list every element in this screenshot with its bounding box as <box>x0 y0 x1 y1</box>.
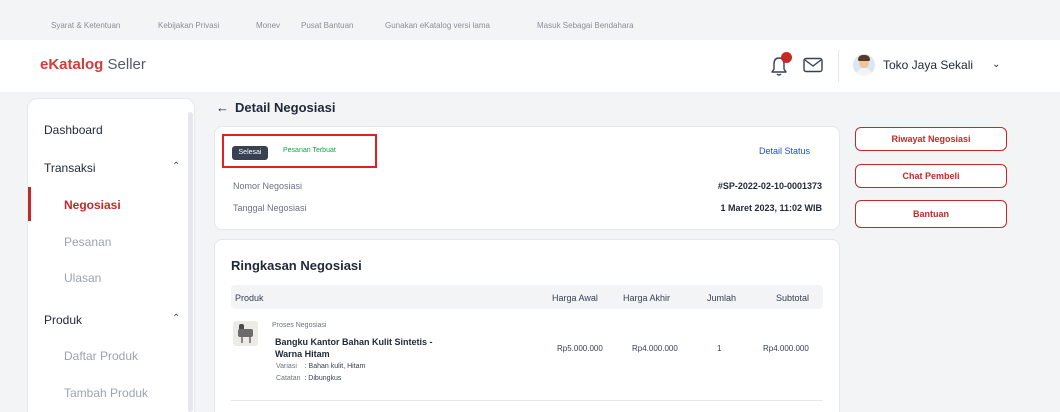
ekatalog-logo[interactable]: eKatalog Seller <box>40 56 146 73</box>
variasi-value: : Bahan kulit, Hitam <box>304 363 366 370</box>
harga-awal-value: Rp5.000.000 <box>557 344 603 353</box>
sidebar: Dashboard Transaksi ⌃ Negosiasi Pesanan … <box>27 98 195 412</box>
product-status-tag: Proses Negosiasi <box>272 322 327 329</box>
product-variasi: Variasi : Bahan kulit, Hitam <box>276 363 365 370</box>
row-divider <box>231 400 823 401</box>
chat-pembeli-button[interactable]: Chat Pembeli <box>855 164 1007 188</box>
column-harga-awal: Harga Awal <box>552 293 598 303</box>
logo-brand: eKatalog <box>40 56 104 73</box>
sidebar-item-tambah-produk[interactable]: Tambah Produk <box>64 386 148 400</box>
page-title-text: Detail Negosiasi <box>235 100 336 115</box>
store-name[interactable]: Toko Jaya Sekali <box>883 58 973 72</box>
top-links-bar: Syarat & Ketentuan Kebijakan Privasi Mon… <box>0 0 1060 40</box>
riwayat-negosiasi-button[interactable]: Riwayat Negosiasi <box>855 127 1007 151</box>
header: eKatalog Seller Toko Jaya Sekali ⌄ <box>0 40 1060 92</box>
product-image <box>233 321 258 346</box>
tanggal-negosiasi-label: Tanggal Negosiasi <box>233 203 307 213</box>
link-kebijakan[interactable]: Kebijakan Privasi <box>158 21 219 30</box>
variasi-label: Variasi <box>276 363 297 370</box>
mail-icon[interactable] <box>803 57 823 73</box>
arrow-left-icon[interactable]: ← <box>216 100 229 115</box>
product-catatan: Catatan : Dibungkus <box>276 375 341 382</box>
link-syarat[interactable]: Syarat & Ketentuan <box>51 21 120 30</box>
column-subtotal: Subtotal <box>776 293 810 303</box>
catatan-label: Catatan <box>276 375 301 382</box>
catatan-value: : Dibungkus <box>304 375 342 382</box>
chevron-down-icon[interactable]: ⌄ <box>992 59 1000 70</box>
column-jumlah: Jumlah <box>707 293 737 303</box>
sidebar-item-pesanan[interactable]: Pesanan <box>64 235 111 249</box>
nomor-negosiasi-value: #SP-2022-02-10-0001373 <box>717 181 822 191</box>
subtotal-value: Rp4.000.000 <box>763 344 809 353</box>
link-ekatalog-lama[interactable]: Gunakan eKatalog versi lama <box>385 21 490 30</box>
avatar[interactable] <box>853 54 875 76</box>
link-bendahara[interactable]: Masuk Sebagai Bendahara <box>537 21 634 30</box>
sidebar-item-ulasan[interactable]: Ulasan <box>64 271 101 285</box>
chevron-up-icon[interactable]: ⌃ <box>172 313 180 324</box>
jumlah-value: 1 <box>717 344 722 353</box>
page-title: ← Detail Negosiasi <box>216 100 335 115</box>
status-highlight-box <box>222 134 377 168</box>
product-name: Bangku Kantor Bahan Kulit Sintetis - War… <box>275 337 433 359</box>
harga-akhir-value: Rp4.000.000 <box>632 344 678 353</box>
column-harga-akhir: Harga Akhir <box>623 293 671 303</box>
sidebar-section-transaksi[interactable]: Transaksi <box>44 161 96 175</box>
chevron-up-icon[interactable]: ⌃ <box>172 161 180 172</box>
sidebar-item-daftar-produk[interactable]: Daftar Produk <box>64 349 138 363</box>
active-indicator <box>28 187 31 221</box>
column-produk: Produk <box>235 293 264 303</box>
detail-status-link[interactable]: Detail Status <box>759 146 810 156</box>
bantuan-button[interactable]: Bantuan <box>855 200 1007 228</box>
tanggal-negosiasi-value: 1 Maret 2023, 11:02 WIB <box>720 203 822 213</box>
sidebar-scrollbar[interactable] <box>188 112 193 412</box>
logo-suffix: Seller <box>107 56 146 73</box>
link-monev[interactable]: Monev <box>256 21 280 30</box>
header-divider <box>838 50 839 82</box>
nomor-negosiasi-label: Nomor Negosiasi <box>233 181 303 191</box>
summary-title: Ringkasan Negosiasi <box>231 258 362 273</box>
link-pusat-bantuan[interactable]: Pusat Bantuan <box>301 21 353 30</box>
sidebar-item-dashboard[interactable]: Dashboard <box>44 123 103 137</box>
sidebar-section-produk[interactable]: Produk <box>44 313 82 327</box>
notification-badge <box>781 52 792 63</box>
sidebar-item-negosiasi[interactable]: Negosiasi <box>64 198 121 212</box>
